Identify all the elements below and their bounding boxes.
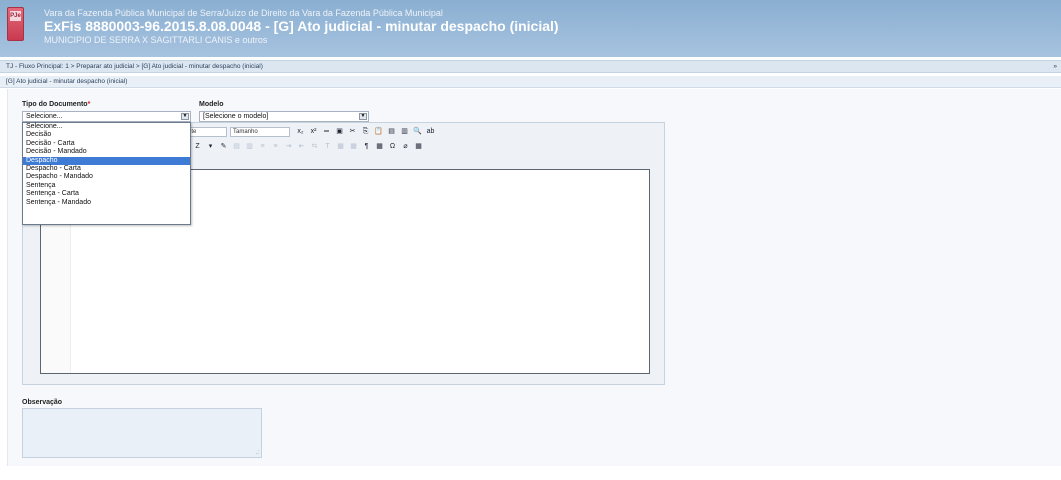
- paste-icon[interactable]: 📋: [374, 127, 383, 136]
- toolbar-button-icon[interactable]: ⇤: [297, 142, 306, 151]
- toolbar-button-icon[interactable]: ▦: [349, 142, 358, 151]
- toolbar-button-icon[interactable]: ▾: [206, 142, 215, 151]
- dropdown-option[interactable]: Decisão - Mandado: [23, 148, 190, 156]
- toolbar-button-icon[interactable]: ▦: [375, 142, 384, 151]
- modelo-value: [Selecione o modelo]: [203, 113, 269, 120]
- toolbar-button-icon[interactable]: ▥: [245, 142, 254, 151]
- toolbar-button-icon[interactable]: Ω: [388, 142, 397, 151]
- subscript-icon[interactable]: x₂: [296, 127, 305, 136]
- tipo-documento-value: Selecione...: [26, 113, 63, 120]
- app-header: PJe Vara da Fazenda Pública Municipal de…: [0, 0, 1061, 57]
- dropdown-option[interactable]: Sentença - Mandado: [23, 199, 190, 207]
- toolbar-button-icon[interactable]: Z: [193, 142, 202, 151]
- superscript-icon[interactable]: x²: [309, 127, 318, 136]
- strikethrough-icon[interactable]: ═: [322, 127, 331, 136]
- paste-text-icon[interactable]: ▤: [387, 127, 396, 136]
- cut-icon[interactable]: ✂: [348, 127, 357, 136]
- dropdown-option[interactable]: Selecione...: [23, 123, 190, 131]
- chevron-down-icon[interactable]: ▼: [181, 113, 189, 120]
- font-combo[interactable]: nte: [185, 127, 227, 137]
- replace-icon[interactable]: ab: [426, 127, 435, 136]
- dropdown-option[interactable]: Despacho - Mandado: [23, 173, 190, 181]
- toolbar-button-icon[interactable]: ≡: [258, 142, 267, 151]
- dropdown-option[interactable]: Despacho: [23, 156, 190, 165]
- tipo-documento-select[interactable]: Selecione... ▼: [22, 111, 191, 122]
- toolbar-button-icon[interactable]: ¶: [362, 142, 371, 151]
- court-name: Vara da Fazenda Pública Municipal de Ser…: [44, 8, 443, 18]
- toolbar-button-icon[interactable]: ⌀: [401, 142, 410, 151]
- paste-word-icon[interactable]: ▥: [400, 127, 409, 136]
- toolbar-button-icon[interactable]: ⇆: [310, 142, 319, 151]
- font-size-combo[interactable]: Tamanho: [230, 127, 290, 137]
- dropdown-option[interactable]: Despacho - Carta: [23, 165, 190, 173]
- expand-icon[interactable]: »: [1053, 61, 1057, 72]
- observacao-textarea[interactable]: .:: [22, 408, 262, 458]
- select-all-icon[interactable]: ▣: [335, 127, 344, 136]
- tipo-documento-dropdown: Selecione... Decisão Decisão - Carta Decisã…: [22, 122, 191, 225]
- toolbar-button-icon[interactable]: ✎: [219, 142, 228, 151]
- toolbar-button-icon[interactable]: ⇥: [284, 142, 293, 151]
- observacao-label: Observação: [22, 399, 63, 406]
- dropdown-option[interactable]: Decisão - Carta: [23, 140, 190, 148]
- toolbar-button-icon[interactable]: ▦: [336, 142, 345, 151]
- toolbar-button-icon[interactable]: ▤: [232, 142, 241, 151]
- dropdown-option[interactable]: Decisão: [23, 131, 190, 139]
- task-title: [G] Ato judicial - minutar despacho (ini…: [6, 78, 128, 85]
- pje-logo: PJe: [7, 7, 24, 41]
- task-title-bar: [G] Ato judicial - minutar despacho (ini…: [0, 76, 1061, 88]
- copy-icon[interactable]: ⎘: [361, 127, 370, 136]
- breadcrumb-text: TJ - Fluxo Principal: 1 > Preparar ato j…: [6, 63, 263, 70]
- dropdown-option[interactable]: Sentença - Carta: [23, 190, 190, 198]
- chevron-down-icon[interactable]: ▼: [359, 113, 367, 120]
- process-parties: MUNICIPIO DE SERRA X SAGITTARLI CANIS e …: [44, 35, 268, 45]
- breadcrumb: TJ - Fluxo Principal: 1 > Preparar ato j…: [0, 60, 1061, 73]
- tipo-documento-label: Tipo do Documento*: [22, 101, 91, 108]
- process-title: ExFis 8880003-96.2015.8.08.0048 - [G] At…: [44, 18, 559, 34]
- required-marker: *: [87, 101, 91, 108]
- modelo-select[interactable]: [Selecione o modelo] ▼: [199, 111, 369, 122]
- toolbar-button-icon[interactable]: ≡: [271, 142, 280, 151]
- find-icon[interactable]: 🔍: [413, 127, 422, 136]
- toolbar-button-icon[interactable]: T: [323, 142, 332, 151]
- modelo-label: Modelo: [199, 101, 224, 108]
- dropdown-option[interactable]: Sentença: [23, 182, 190, 190]
- pje-logo-text: PJe: [10, 11, 21, 21]
- resize-grip-icon[interactable]: .:: [256, 450, 259, 456]
- toolbar-button-icon[interactable]: ▦: [414, 142, 423, 151]
